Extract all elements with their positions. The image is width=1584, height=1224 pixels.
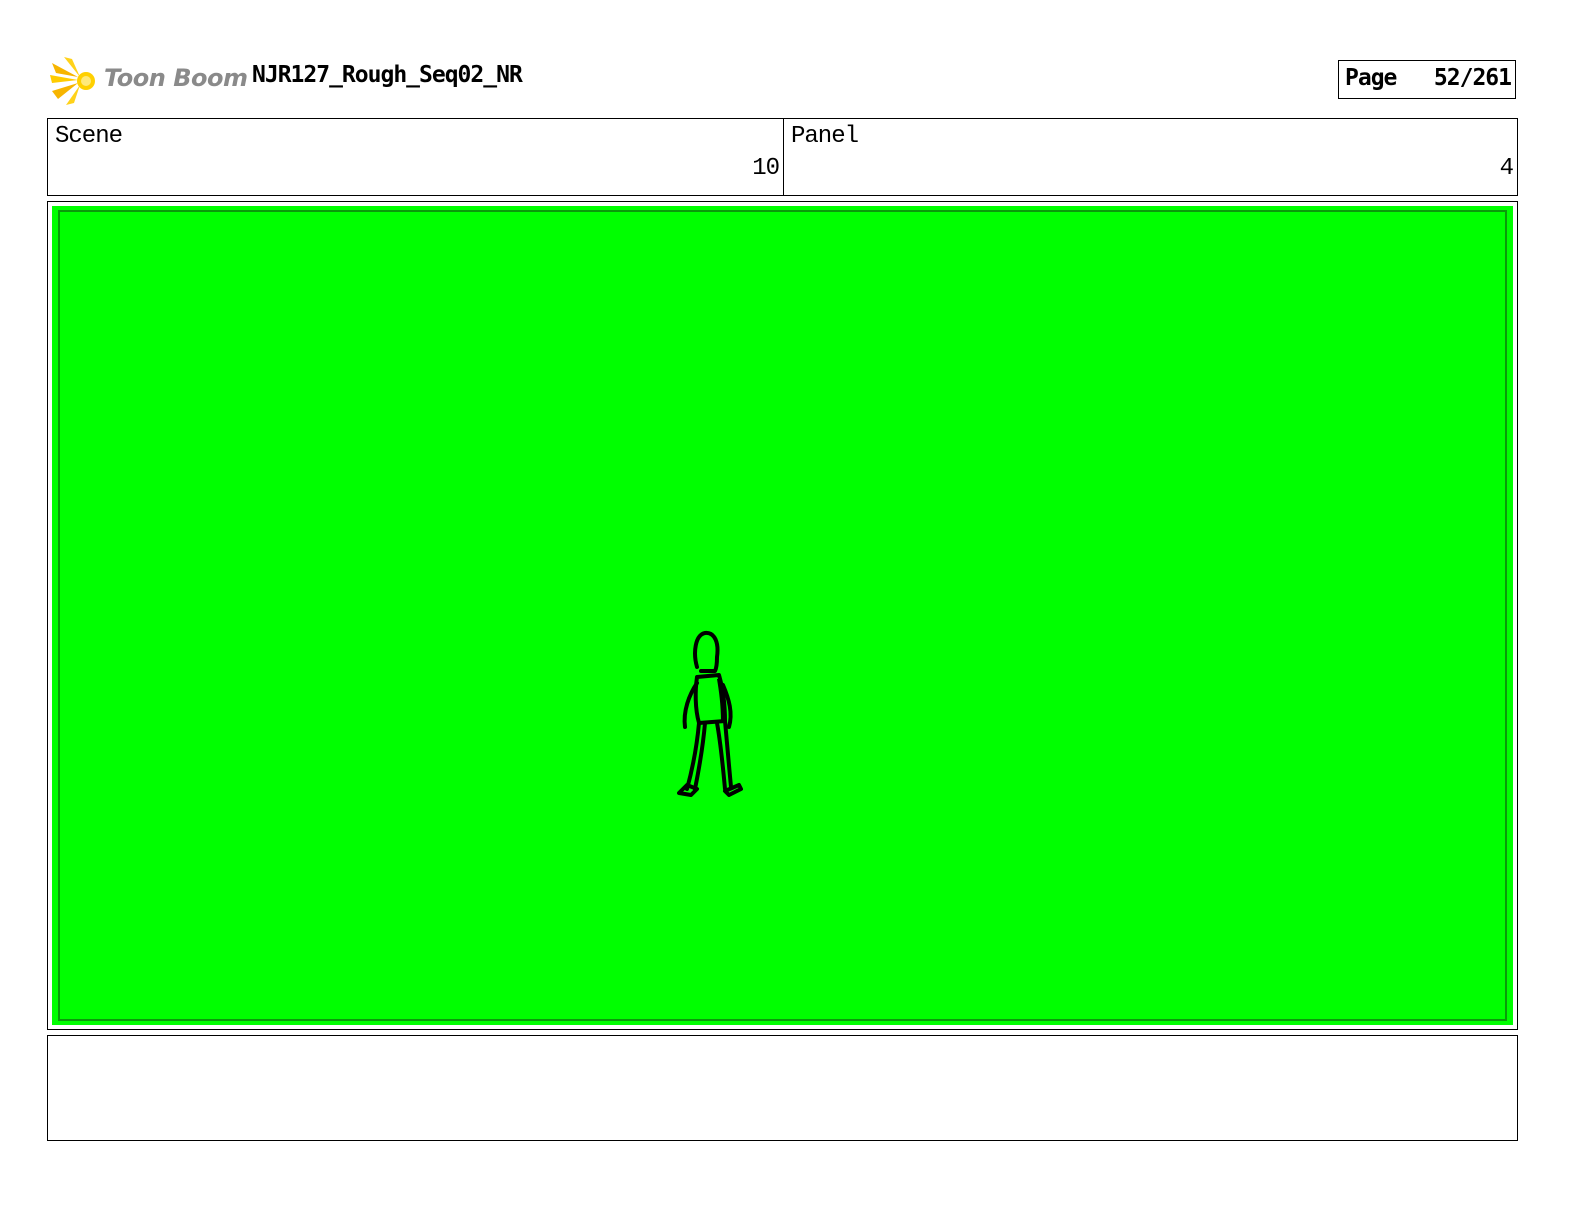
scene-panel-info: Scene 10 Panel 4 <box>47 118 1518 196</box>
scene-label: Scene <box>55 123 123 150</box>
document-title: NJR127_Rough_Seq02_NR <box>252 62 523 88</box>
scene-number: 10 <box>752 155 780 182</box>
panel-label: Panel <box>791 123 859 150</box>
panel-number: 4 <box>1499 155 1514 182</box>
page-indicator: Page 52/261 <box>1338 60 1516 99</box>
page-label: Page <box>1345 65 1397 91</box>
logo-wordmark: Toon Boom <box>104 64 248 92</box>
page-number: 52/261 <box>1433 65 1512 91</box>
notes-box <box>47 1035 1518 1141</box>
panel-cell: Panel 4 <box>784 119 1517 195</box>
storyboard-frame <box>47 201 1518 1030</box>
walking-figure-sketch-icon <box>677 630 743 797</box>
safe-area-border <box>58 210 1507 1021</box>
scene-cell: Scene 10 <box>48 119 784 195</box>
green-screen-panel <box>52 206 1513 1025</box>
